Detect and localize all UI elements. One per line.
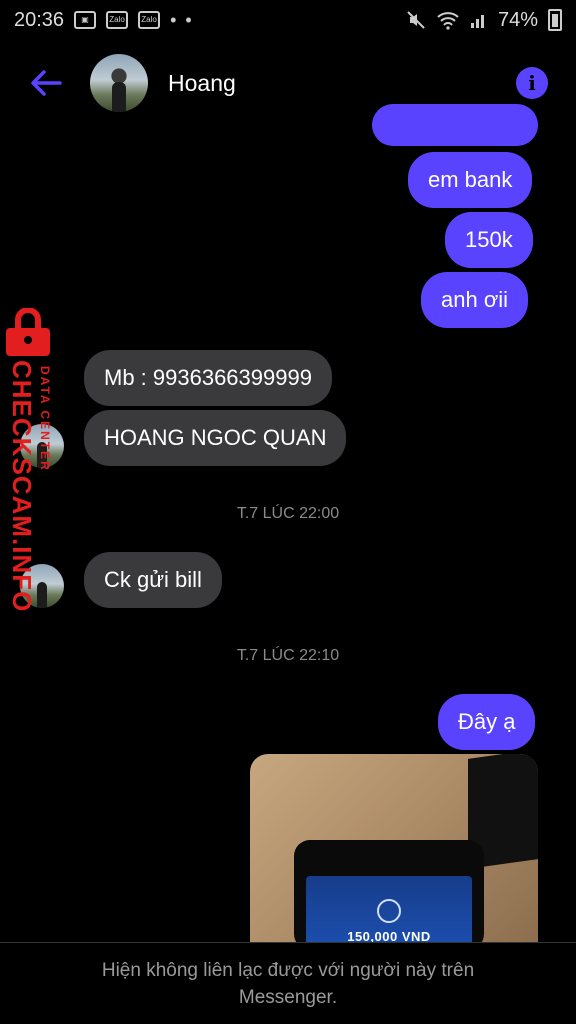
gallery-icon: ▣ (74, 11, 97, 29)
outgoing-message[interactable]: 150k (445, 212, 533, 268)
wifi-icon (437, 12, 459, 30)
zalo-icon: Zalo (138, 11, 161, 29)
status-bar: 20:36 ▣ Zalo Zalo • • 74% (0, 0, 576, 40)
incoming-message[interactable]: HOANG NGOC QUAN (84, 410, 347, 466)
unavailable-notice: Hiện không liên lạc được với người này t… (0, 942, 576, 1024)
outgoing-message[interactable]: Đây ạ (438, 694, 536, 750)
status-left: 20:36 ▣ Zalo Zalo • • (14, 9, 194, 32)
mute-icon (407, 11, 425, 29)
incoming-message[interactable]: Ck gửi bill (84, 552, 222, 608)
outgoing-message-partial[interactable] (372, 104, 538, 146)
info-icon[interactable]: i (516, 67, 548, 99)
contact-name[interactable]: Hoang (168, 70, 516, 97)
status-time: 20:36 (14, 8, 65, 31)
zalo-icon: Zalo (106, 11, 129, 29)
check-icon (377, 899, 401, 923)
watermark-subtext: DATA CENTER (38, 366, 52, 472)
phone-in-photo: 150,000 VND (294, 840, 484, 944)
watermark: CHECKSCAM.INFO DATA CENTER (4, 308, 64, 612)
signal-icon (470, 15, 484, 28)
photo-attachment[interactable]: 150,000 VND (250, 754, 538, 944)
transfer-receipt-screen: 150,000 VND (306, 876, 472, 944)
message-timestamp: T.7 LÚC 22:10 (236, 647, 340, 664)
incoming-message[interactable]: Mb : 9936366399999 (84, 350, 332, 406)
back-button[interactable] (28, 65, 64, 101)
battery-icon (548, 9, 562, 31)
more-notifications-icon: • • (170, 9, 194, 30)
watermark-text: CHECKSCAM.INFO (7, 360, 37, 613)
contact-avatar[interactable] (90, 54, 148, 112)
outgoing-message[interactable]: anh ơii (421, 272, 529, 328)
battery-percent: 74% (497, 8, 538, 31)
lock-icon (6, 308, 50, 356)
message-timestamp: T.7 LÚC 22:00 (236, 505, 340, 522)
back-arrow-icon (31, 70, 62, 96)
outgoing-message[interactable]: em bank (408, 152, 533, 208)
status-right: 74% (406, 9, 562, 32)
